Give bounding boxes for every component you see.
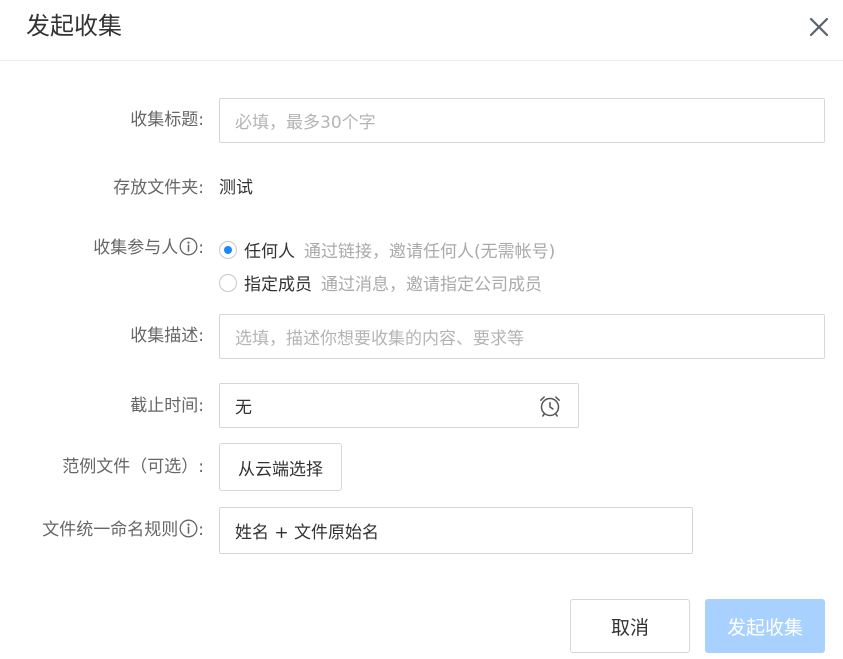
info-icon[interactable]: [179, 237, 198, 256]
participants-label-text: 收集参与人: [93, 238, 179, 258]
description-label: 收集描述:: [130, 326, 204, 346]
title-label: 收集标题:: [130, 110, 204, 130]
cancel-button[interactable]: 取消: [570, 599, 690, 653]
deadline-label: 截止时间:: [130, 396, 204, 416]
naming-rule-label-text: 文件统一命名规则: [42, 520, 179, 540]
radio-members-label: 指定成员: [244, 275, 312, 295]
submit-collect-button[interactable]: 发起收集: [705, 599, 825, 653]
deadline-value: 无: [235, 398, 252, 418]
dialog-header: 发起收集: [0, 0, 843, 61]
close-icon[interactable]: [806, 14, 832, 40]
deadline-picker[interactable]: 无: [219, 383, 579, 428]
participants-label: 收集参与人 :: [93, 237, 204, 258]
choose-from-cloud-button[interactable]: 从云端选择: [219, 443, 342, 491]
radio-members-dot[interactable]: [219, 273, 237, 292]
radio-anyone-label: 任何人: [244, 242, 295, 262]
title-input[interactable]: 必填，最多30个字: [219, 98, 825, 143]
alarm-clock-icon: [540, 396, 560, 417]
dialog-title: 发起收集: [26, 12, 122, 40]
naming-rule-value: 姓名 + 文件原始名: [235, 523, 380, 543]
sample-file-label: 范例文件（可选）:: [62, 457, 204, 477]
radio-anyone-hint: 通过链接，邀请任何人(无需帐号): [304, 242, 556, 262]
description-input[interactable]: 选填，描述你想要收集的内容、要求等: [219, 314, 825, 359]
radio-members-hint: 通过消息，邀请指定公司成员: [321, 275, 542, 295]
naming-rule-input[interactable]: 姓名 + 文件原始名: [219, 507, 693, 554]
radio-members[interactable]: 指定成员 通过消息，邀请指定公司成员: [219, 270, 542, 295]
title-placeholder: 必填，最多30个字: [235, 113, 376, 133]
description-placeholder: 选填，描述你想要收集的内容、要求等: [235, 329, 524, 349]
folder-value: 测试: [219, 178, 253, 198]
naming-rule-label: 文件统一命名规则 :: [42, 519, 204, 540]
info-icon[interactable]: [179, 519, 198, 538]
radio-anyone-dot[interactable]: [219, 240, 237, 259]
radio-anyone[interactable]: 任何人 通过链接，邀请任何人(无需帐号): [219, 237, 555, 262]
collect-dialog: 发起收集 收集标题: 必填，最多30个字 存放文件夹: 测试 收集参与人 : 任…: [0, 0, 843, 659]
folder-label: 存放文件夹:: [113, 178, 204, 198]
